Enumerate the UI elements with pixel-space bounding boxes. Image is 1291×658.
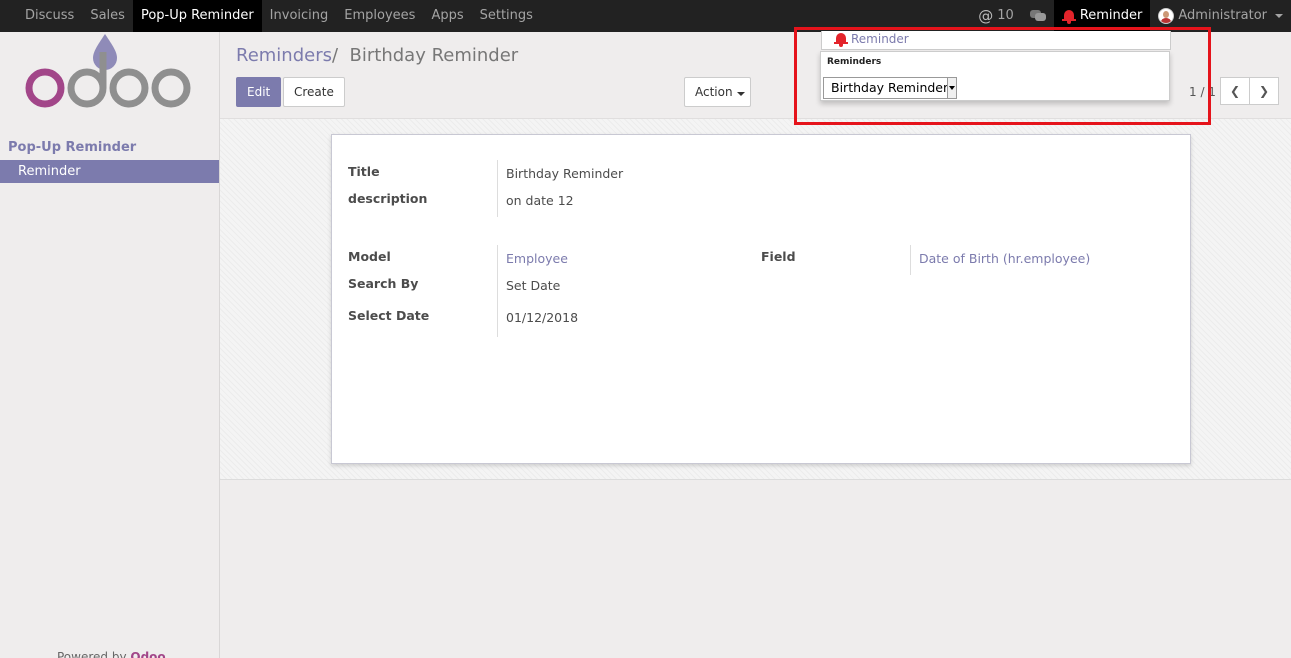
menu-employees[interactable]: Employees [336,0,423,32]
menu-discuss[interactable]: Discuss [0,0,82,32]
menu-apps[interactable]: Apps [423,0,471,32]
sidebar: Pop-Up Reminder Reminder Powered by Odoo [0,32,220,658]
breadcrumb-reminders[interactable]: Reminders [236,45,332,66]
select-date-value: 01/12/2018 [506,310,579,325]
avatar [1158,8,1175,24]
bell-icon [1061,9,1076,24]
sidebar-item-reminder[interactable]: Reminder [0,160,219,183]
create-button[interactable]: Create [283,77,345,107]
edit-button[interactable]: Edit [236,77,282,107]
search-by-label: Search By [348,276,419,291]
search-by-value: Set Date [506,278,561,293]
menu-sales[interactable]: Sales [82,0,133,32]
chevron-left-icon: ❮ [1229,84,1241,98]
sidebar-section-pop-up-reminder: Pop-Up Reminder [8,140,137,155]
app-menu: Discuss Sales Pop-Up Reminder Invoicing … [0,0,541,32]
model-value-link[interactable]: Employee [506,251,568,266]
breadcrumb-current: Birthday Reminder [349,45,519,66]
highlight-box [794,27,1211,125]
powered-by: Powered by Odoo [57,650,166,658]
field-label: Field [761,249,796,264]
caret-down-icon [736,92,745,96]
field-value-link[interactable]: Date of Birth (hr.employee) [919,251,1090,266]
action-dropdown[interactable]: Action [684,77,751,107]
form-view: Title Birthday Reminder description on d… [220,119,1291,480]
title-label: Title [348,164,380,179]
powered-by-link[interactable]: Odoo [130,650,165,658]
action-label: Action [695,85,733,99]
divider [497,245,498,337]
form-sheet: Title Birthday Reminder description on d… [331,134,1191,464]
title-value: Birthday Reminder [506,166,624,181]
breadcrumb-separator: / [332,45,339,66]
description-label: description [348,191,428,206]
odoo-logo[interactable] [25,32,195,112]
divider [910,245,911,275]
model-label: Model [348,249,391,264]
divider [497,160,498,217]
caret-down-icon [1275,14,1283,18]
powered-by-text: Powered by [57,650,127,658]
menu-settings[interactable]: Settings [472,0,541,32]
chat-icon [1029,10,1046,22]
menu-pop-up-reminder[interactable]: Pop-Up Reminder [132,0,262,32]
select-date-label: Select Date [348,308,430,323]
chevron-right-icon: ❯ [1258,84,1270,98]
menu-invoicing[interactable]: Invoicing [262,0,337,32]
pager-next-button[interactable]: ❯ [1249,77,1279,105]
breadcrumb: Reminders/ Birthday Reminder [236,45,518,66]
description-value: on date 12 [506,193,574,208]
pager-previous-button[interactable]: ❮ [1220,77,1250,105]
